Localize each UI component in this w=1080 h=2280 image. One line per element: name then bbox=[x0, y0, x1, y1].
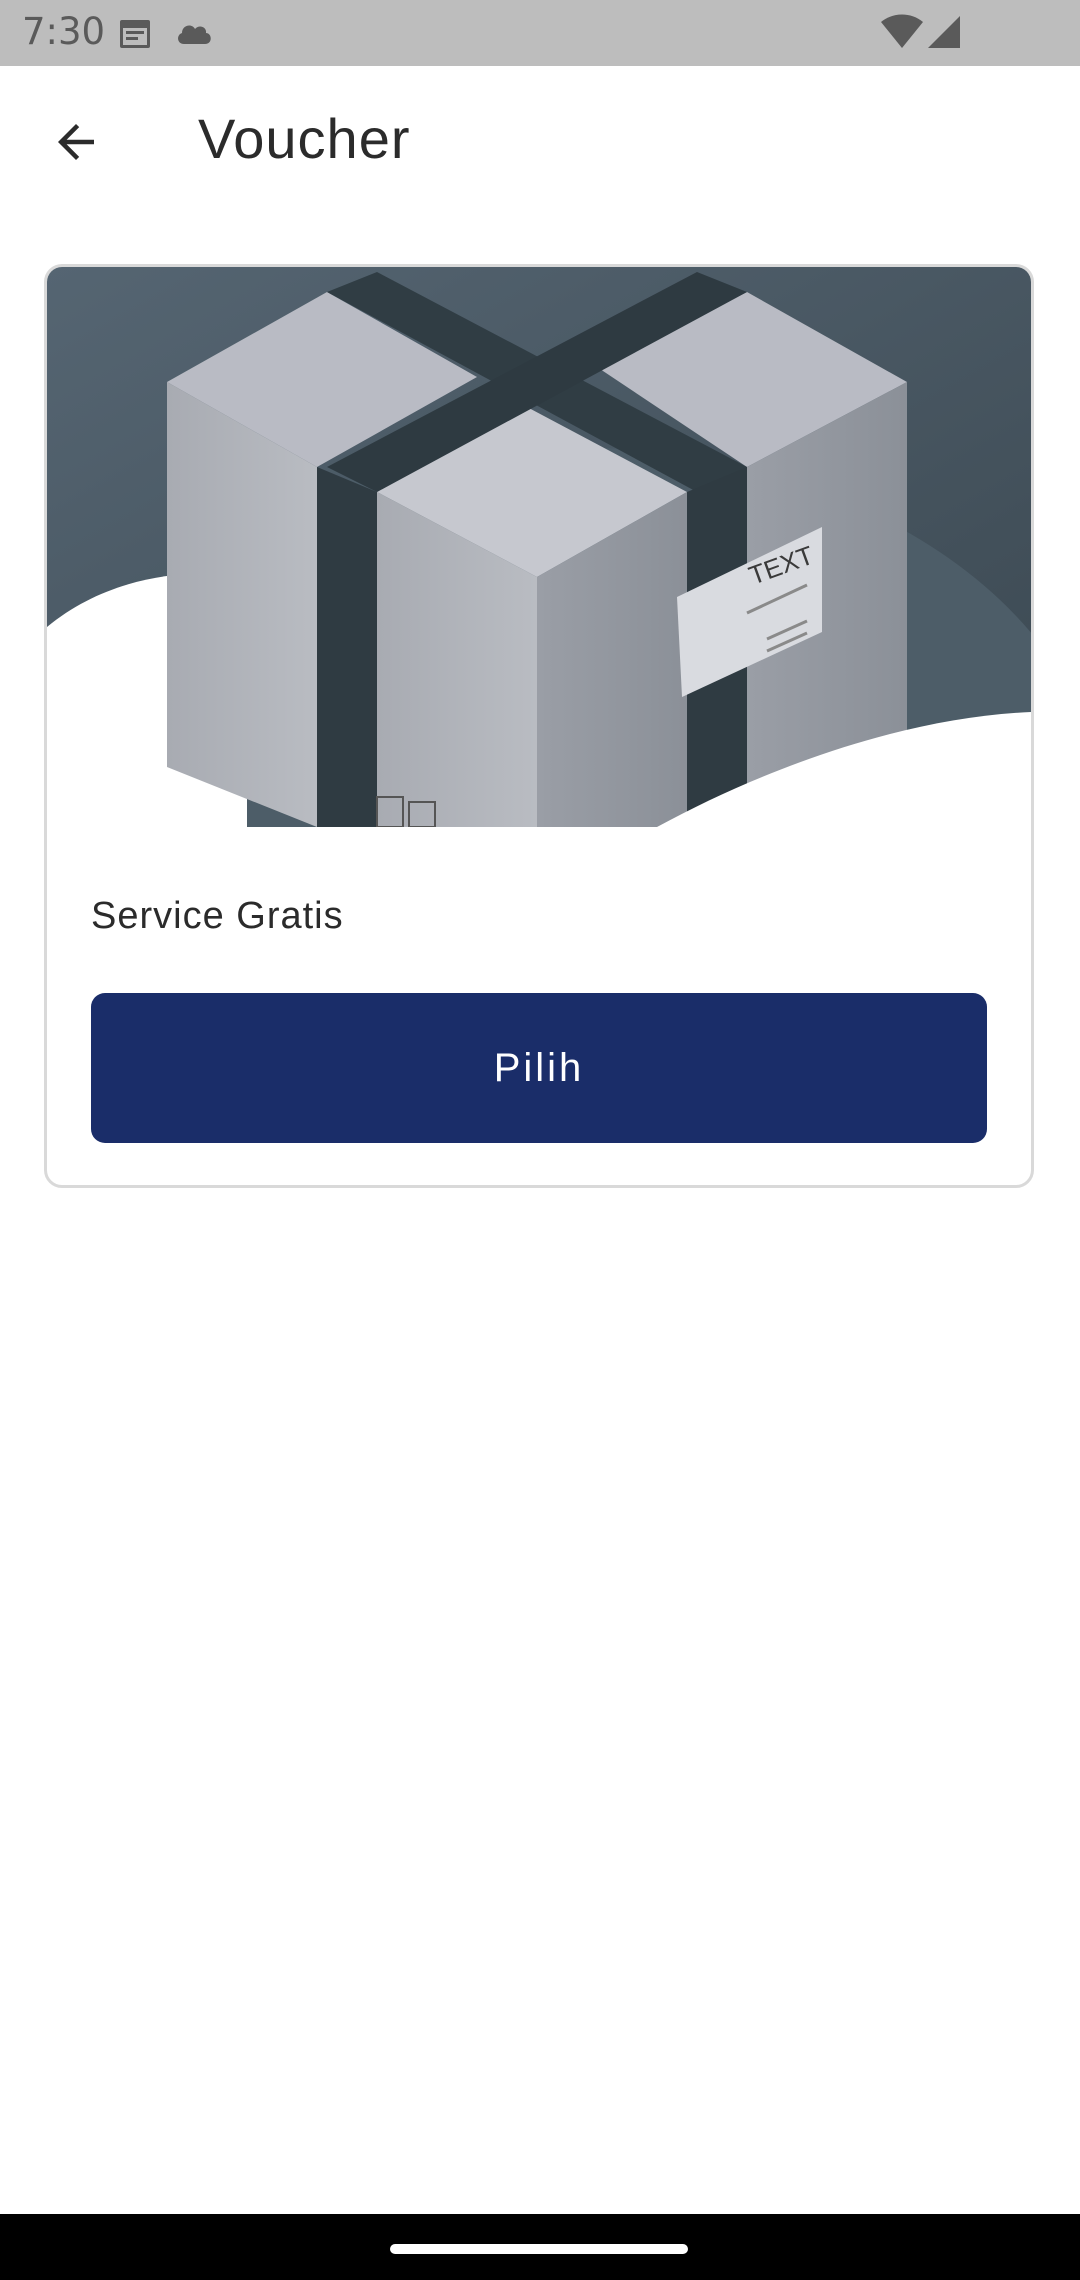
page-title: Voucher bbox=[198, 107, 411, 170]
calendar-icon bbox=[118, 16, 152, 55]
signal-icon bbox=[926, 14, 962, 55]
app-bar: Voucher bbox=[0, 66, 1080, 218]
back-button[interactable] bbox=[36, 104, 116, 184]
status-time: 7:30 bbox=[22, 10, 106, 53]
wifi-icon bbox=[880, 14, 924, 55]
screen: 7:30 Voucher TEXT Service Gratis Pilih bbox=[0, 0, 1080, 2280]
cloud-icon bbox=[174, 20, 214, 51]
voucher-card: TEXT Service Gratis Pilih bbox=[44, 264, 1034, 1188]
home-gesture-handle[interactable] bbox=[390, 2244, 688, 2254]
arrow-back-icon bbox=[49, 115, 103, 174]
voucher-label: Service Gratis bbox=[91, 895, 344, 937]
package-box-image: TEXT bbox=[47, 267, 1031, 1185]
select-voucher-button[interactable]: Pilih bbox=[91, 993, 987, 1143]
navigation-bar bbox=[0, 2214, 1080, 2280]
status-bar: 7:30 bbox=[0, 0, 1080, 66]
